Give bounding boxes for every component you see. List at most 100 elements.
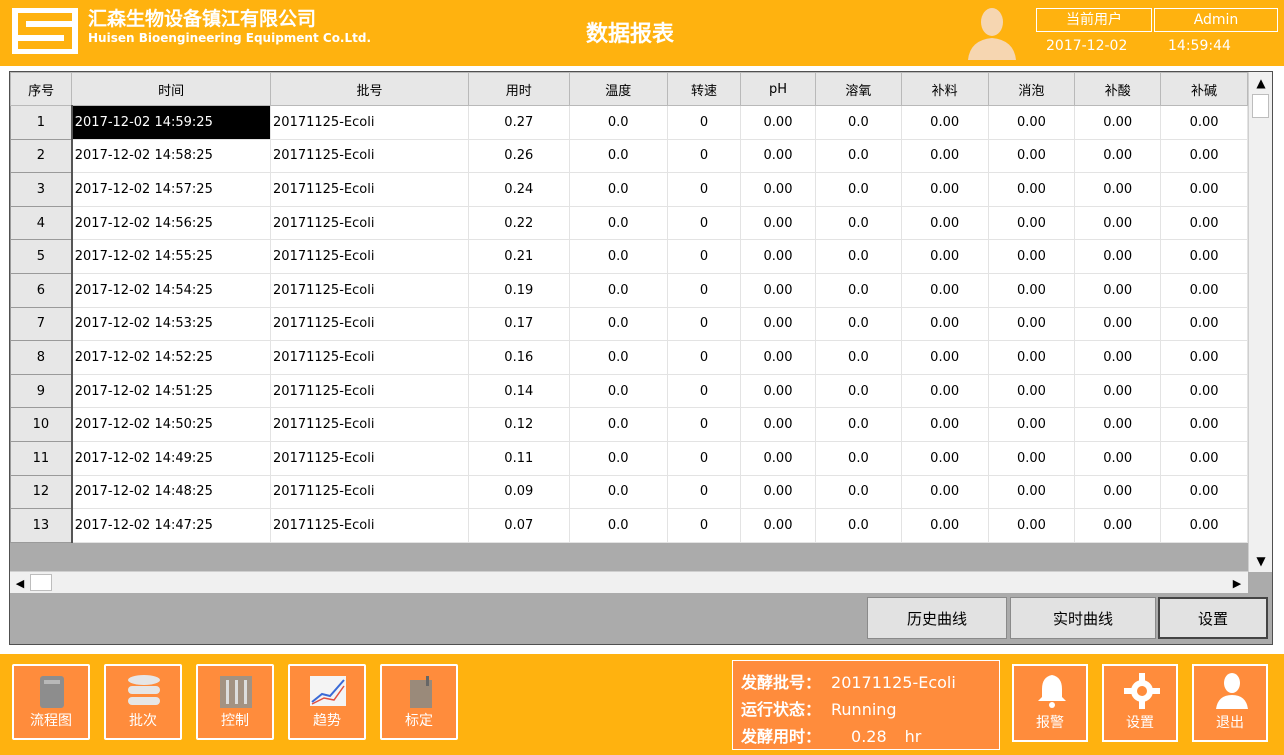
table-cell[interactable]: 2017-12-02 14:53:25 [71,306,272,342]
table-cell[interactable]: 0.00 [739,407,817,442]
table-cell[interactable]: 0.00 [1074,138,1162,174]
table-cell[interactable]: 0.00 [1160,440,1248,476]
table-cell[interactable]: 0.00 [900,172,989,207]
table-cell[interactable]: 0 [666,340,742,375]
row-header-cell[interactable]: 7 [10,306,73,342]
table-cell[interactable]: 0.22 [468,205,570,241]
table-cell[interactable]: 20171125-Ecoli [270,205,470,241]
column-header[interactable]: 时间 [71,72,272,106]
table-cell[interactable]: 20171125-Ecoli [270,474,470,510]
table-cell[interactable]: 0 [666,407,742,442]
table-row[interactable]: 10 2017-12-02 14:50:25 20171125-Ecoli 0.12 0… [10,407,1248,442]
history-curve-button[interactable]: 历史曲线 [867,597,1007,639]
table-cell[interactable]: 2017-12-02 14:58:25 [71,138,272,174]
table-cell[interactable]: 0.0 [815,407,902,442]
table-cell[interactable]: 0.00 [739,340,817,375]
table-cell[interactable]: 0 [666,105,742,140]
table-cell[interactable]: 0.0 [568,407,668,442]
table-cell[interactable]: 0.00 [1160,239,1248,274]
row-header-cell[interactable]: 3 [10,172,73,207]
row-header-cell[interactable]: 11 [10,440,73,476]
table-cell[interactable]: 0.0 [815,239,902,274]
column-header[interactable]: 批号 [270,72,470,106]
nav-batch-button[interactable]: 批次 [104,664,182,740]
table-cell[interactable]: 0 [666,306,742,342]
table-cell[interactable]: 0.0 [815,373,902,409]
table-row[interactable]: 9 2017-12-02 14:51:25 20171125-Ecoli 0.14 0.… [10,373,1248,409]
table-cell[interactable]: 0.00 [900,474,989,510]
table-cell[interactable]: 0.0 [815,172,902,207]
table-cell[interactable]: 0.07 [468,508,570,543]
table-cell[interactable]: 0.00 [1074,340,1162,375]
table-cell[interactable]: 0.00 [1160,407,1248,442]
column-header[interactable]: 溶氧 [815,72,902,106]
table-cell[interactable]: 0.0 [815,474,902,510]
table-cell[interactable]: 2017-12-02 14:47:25 [71,508,272,543]
table-cell[interactable]: 0.00 [739,306,817,342]
table-cell[interactable]: 0 [666,205,742,241]
nav-calibration-button[interactable]: 标定 [380,664,458,740]
table-cell[interactable]: 0.00 [900,373,989,409]
table-cell[interactable]: 0.00 [987,508,1076,543]
table-cell[interactable]: 0.0 [568,239,668,274]
table-cell[interactable]: 20171125-Ecoli [270,138,470,174]
table-cell[interactable]: 0 [666,373,742,409]
table-row[interactable]: 11 2017-12-02 14:49:25 20171125-Ecoli 0.11 0… [10,440,1248,476]
table-cell[interactable]: 0.0 [568,105,668,140]
column-header[interactable]: 消泡 [987,72,1076,106]
column-header[interactable]: 补料 [900,72,989,106]
row-header-cell[interactable]: 13 [10,508,73,543]
column-header[interactable]: 补碱 [1160,72,1248,106]
table-cell[interactable]: 20171125-Ecoli [270,105,470,140]
table-row[interactable]: 5 2017-12-02 14:55:25 20171125-Ecoli 0.21 0.… [10,239,1248,274]
table-cell[interactable]: 0.00 [987,373,1076,409]
table-cell[interactable]: 0.00 [1074,172,1162,207]
table-cell[interactable]: 0.0 [568,138,668,174]
table-cell[interactable]: 0.00 [987,105,1076,140]
table-cell[interactable]: 0.00 [1074,407,1162,442]
table-cell[interactable]: 20171125-Ecoli [270,272,470,308]
table-row[interactable]: 13 2017-12-02 14:47:25 20171125-Ecoli 0.07 0… [10,508,1248,543]
table-cell[interactable]: 20171125-Ecoli [270,306,470,342]
table-row[interactable]: 6 2017-12-02 14:54:25 20171125-Ecoli 0.19 0.… [10,272,1248,308]
table-cell[interactable]: 0.19 [468,272,570,308]
table-cell[interactable]: 0.00 [987,440,1076,476]
table-cell[interactable]: 0.0 [815,440,902,476]
table-cell[interactable]: 0.00 [1074,373,1162,409]
row-header-cell[interactable]: 4 [10,205,73,241]
report-settings-button[interactable]: 设置 [1158,597,1268,639]
row-header-cell[interactable]: 1 [10,105,73,140]
table-cell[interactable]: 0 [666,272,742,308]
row-header-cell[interactable]: 10 [10,407,73,442]
table-cell[interactable]: 0.0 [568,205,668,241]
table-cell[interactable]: 0.00 [1074,440,1162,476]
table-cell[interactable]: 0.0 [568,373,668,409]
table-cell[interactable]: 0.00 [900,508,989,543]
table-cell[interactable]: 0.00 [739,172,817,207]
table-row[interactable]: 2 2017-12-02 14:58:25 20171125-Ecoli 0.26 0.… [10,138,1248,174]
scroll-down-arrow-icon[interactable]: ▼ [1249,550,1273,572]
horizontal-scroll-thumb[interactable] [30,574,52,591]
table-cell[interactable]: 0.00 [1160,340,1248,375]
table-cell[interactable]: 0.0 [568,508,668,543]
table-cell[interactable]: 0.00 [1160,272,1248,308]
table-cell[interactable]: 0.0 [568,440,668,476]
table-cell[interactable]: 0.27 [468,105,570,140]
column-header[interactable]: pH [739,72,817,106]
table-cell[interactable]: 0.0 [568,340,668,375]
column-header[interactable]: 温度 [568,72,668,106]
table-row[interactable]: 8 2017-12-02 14:52:25 20171125-Ecoli 0.16 0.… [10,340,1248,375]
table-cell[interactable]: 0.00 [900,239,989,274]
table-row[interactable]: 12 2017-12-02 14:48:25 20171125-Ecoli 0.09 0… [10,474,1248,510]
table-cell[interactable]: 20171125-Ecoli [270,407,470,442]
table-cell[interactable]: 0.00 [987,205,1076,241]
table-cell[interactable]: 0.00 [1160,105,1248,140]
table-cell[interactable]: 20171125-Ecoli [270,440,470,476]
table-cell[interactable]: 0.00 [1074,306,1162,342]
table-cell[interactable]: 0.00 [900,306,989,342]
table-cell[interactable]: 2017-12-02 14:49:25 [71,440,272,476]
nav-flowchart-button[interactable]: 流程图 [12,664,90,740]
table-cell[interactable]: 0.21 [468,239,570,274]
table-cell[interactable]: 0.0 [568,306,668,342]
table-cell[interactable]: 0.00 [1160,306,1248,342]
